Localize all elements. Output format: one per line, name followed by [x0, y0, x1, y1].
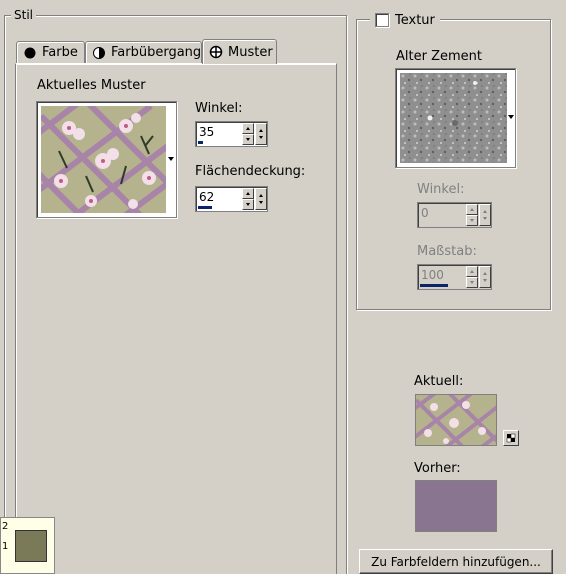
angle-label: Winkel:	[195, 101, 243, 116]
tab-muster[interactable]: Muster	[202, 39, 277, 64]
coverage-level-bar	[198, 206, 212, 209]
corner-color-swatch[interactable]	[15, 530, 47, 562]
texture-label: Textur	[395, 13, 435, 28]
texture-scale-spinbox[interactable]: 100	[417, 264, 492, 290]
angle-level-bar	[198, 141, 203, 144]
coverage-label: Flächendeckung:	[195, 164, 306, 179]
texture-angle-up-button[interactable]	[466, 204, 478, 215]
pattern-dropdown-arrow[interactable]	[168, 157, 174, 161]
texture-scale-level-bar	[420, 284, 448, 287]
texture-scale-label: Maßstab:	[417, 244, 477, 259]
current-style-swatch	[415, 394, 497, 446]
texture-scale-down-button[interactable]	[466, 277, 478, 288]
tab-muster-label: Muster	[228, 44, 273, 60]
angle-slider-button[interactable]	[255, 123, 267, 145]
solid-color-icon	[23, 46, 37, 60]
previous-style-swatch[interactable]	[415, 480, 497, 532]
swap-style-button[interactable]	[503, 430, 519, 446]
corner-number-bottom: 1	[2, 541, 9, 552]
texture-scale-slider-button[interactable]	[479, 266, 491, 288]
angle-spinbox[interactable]: 35	[195, 121, 268, 147]
style-groupbox-legend: Stil	[11, 8, 36, 22]
texture-angle-value: 0	[421, 206, 429, 220]
texture-checkbox[interactable]	[375, 13, 389, 27]
texture-scale-value: 100	[421, 268, 444, 282]
tab-farbuebergang-label: Farbübergang	[111, 45, 202, 60]
previous-label: Vorher:	[414, 461, 461, 476]
angle-down-button[interactable]	[242, 134, 254, 145]
current-pattern-label: Aktuelles Muster	[37, 78, 146, 93]
coverage-slider-button[interactable]	[255, 188, 267, 210]
coverage-spinbox[interactable]: 62	[195, 186, 268, 212]
angle-value: 35	[199, 125, 215, 139]
coverage-value: 62	[199, 190, 215, 204]
coverage-down-button[interactable]	[242, 199, 254, 210]
corner-number-top: 2	[2, 521, 9, 532]
pattern-icon	[209, 45, 223, 59]
texture-scale-up-button[interactable]	[466, 266, 478, 277]
swatch-grid-icon	[506, 433, 516, 443]
texture-angle-label: Winkel:	[417, 182, 465, 197]
tab-farbe[interactable]: Farbe	[16, 41, 85, 63]
texture-angle-slider-button[interactable]	[479, 204, 491, 226]
texture-preview-image	[400, 73, 507, 163]
tab-farbe-label: Farbe	[42, 45, 78, 60]
tab-farbuebergang[interactable]: Farbübergang	[85, 41, 202, 63]
color-indicator-widget: 2 1	[0, 517, 55, 574]
texture-dropdown-arrow[interactable]	[508, 115, 514, 119]
gradient-icon	[92, 46, 106, 60]
texture-angle-down-button[interactable]	[466, 215, 478, 226]
current-label: Aktuell:	[414, 374, 464, 389]
add-to-swatches-button[interactable]: Zu Farbfeldern hinzufügen...	[359, 549, 553, 574]
pattern-preview-image	[41, 106, 166, 213]
texture-swatch[interactable]	[395, 68, 516, 168]
texture-angle-spinbox[interactable]: 0	[417, 202, 492, 228]
angle-up-button[interactable]	[242, 123, 254, 134]
coverage-up-button[interactable]	[242, 188, 254, 199]
texture-name: Alter Zement	[396, 49, 482, 64]
pattern-swatch[interactable]	[36, 101, 177, 218]
